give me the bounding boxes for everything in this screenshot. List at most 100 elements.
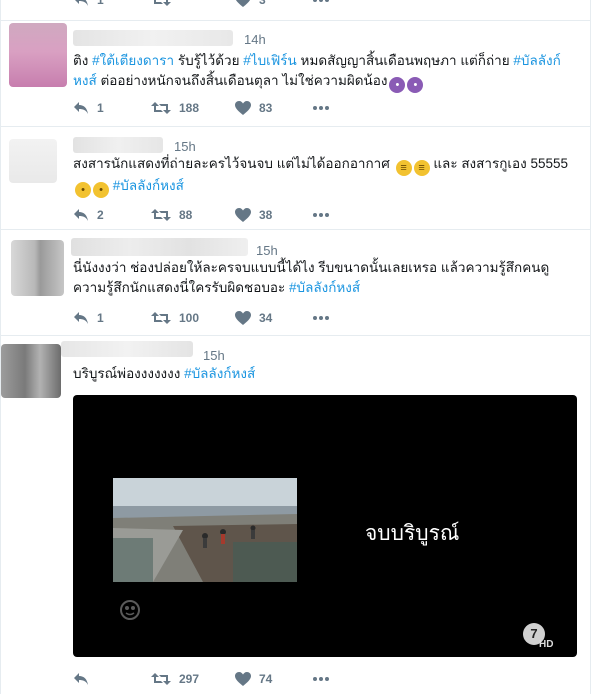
retweet-count: 297 [179,672,200,686]
like-count: 34 [259,311,273,325]
tweet-text-segment: บริบูรณ์พ่องงงงงงง [73,366,185,381]
tweet-actions: 1 188 83 [1,98,421,118]
more-icon [313,316,329,320]
reply-icon [75,0,88,6]
tweet-text-segment: สงสารนักแสดงที่ถ่ายละครไว้จนจบ แต่ไม่ได้… [73,156,394,171]
like-count: 74 [259,672,273,686]
avatar[interactable] [9,23,67,87]
more-icon [313,106,329,110]
retweet-button[interactable]: 88 [151,205,192,225]
retweet-icon [151,673,171,685]
username-blurred[interactable] [73,137,163,153]
more-icon [313,0,329,2]
retweet-icon [151,209,171,221]
username-blurred[interactable] [71,238,248,256]
heart-icon [235,101,251,115]
hd-label: HD [539,639,554,650]
hashtag-link[interactable]: #บัลลังก์หงส์ [184,366,255,381]
more-button[interactable] [313,205,329,225]
hashtag-link[interactable]: #บัลลังก์หงส์ [113,178,184,193]
tweet-text-segment: หมดสัญญาสิ้นเดือนพฤษภา แต่ก็ถ่าย [296,53,514,68]
retweet-button[interactable]: 100 [151,308,199,328]
tweet-text: สงสารนักแสดงที่ถ่ายละครไว้จนจบ แต่ไม่ได้… [73,154,568,198]
retweet-count: 100 [179,311,200,325]
like-button[interactable]: 3 [235,0,266,10]
hashtag-link[interactable]: #ไบเฟิร์น [243,53,297,68]
more-button[interactable] [313,669,329,689]
tweet-text: ติง #ใต้เตียงดารา รับรู้ไว้ด้วย #ไบเฟิร์… [73,51,561,93]
retweet-icon [151,312,171,324]
like-button[interactable]: 74 [235,669,272,689]
like-count: 3 [259,0,266,7]
devil-emoji-icon: • [407,77,424,93]
username-blurred[interactable] [61,341,193,357]
tweet-text-segment: ติง [73,53,93,68]
tweet[interactable]: 15h สงสารนักแสดงที่ถ่ายละครไว้จนจบ แต่ไม… [1,127,590,230]
like-count: 38 [259,208,273,222]
tweet-time[interactable]: 15h [174,139,196,154]
tweet[interactable]: 1 3 [1,0,590,21]
tweet-actions: 297 74 [1,669,421,689]
heart-icon [235,672,251,686]
tweet-time[interactable]: 15h [256,243,278,258]
more-button[interactable] [313,308,329,328]
reply-icon [74,102,88,114]
reply-button[interactable]: 1 [73,308,104,328]
tweet-text-line: • • #บัลลังก์หงส์ [73,176,568,198]
timeline: 1 3 14h ติง #ใต้เตียงดารา รับรู้ไว้ด้วย … [0,0,591,694]
devil-emoji-icon: • [389,77,406,93]
tweet-text-line: นี่นังงงว่า ช่องปล่อยให้ละครจบแบบนี้ได้ไ… [73,258,549,278]
more-button[interactable] [313,0,329,10]
avatar[interactable] [9,139,57,183]
tweet-text: บริบูรณ์พ่องงงงงงง #บัลลังก์หงส์ [73,364,255,384]
reply-button[interactable]: 1 [73,0,104,10]
tweet-text-line: บริบูรณ์พ่องงงงงงง #บัลลังก์หงส์ [73,364,255,384]
retweet-button[interactable]: 297 [151,669,199,689]
tweet-text: นี่นังงงว่า ช่องปล่อยให้ละครจบแบบนี้ได้ไ… [73,258,549,298]
tweet-actions: 1 100 34 [1,308,421,328]
more-icon [313,213,329,217]
tweet-text-segment: และ สงสารกูเอง 55555 [429,156,569,171]
like-button[interactable]: 34 [235,308,272,328]
tweet-text-line: หงส์ ต่ออย่างหนักจนถึงสิ้นเดือนตุลา ไม่ใ… [73,71,561,93]
reply-button[interactable] [73,669,89,689]
retweet-button[interactable] [151,0,171,10]
retweet-button[interactable]: 188 [151,98,199,118]
hashtag-link[interactable]: #ใต้เตียงดารา [92,53,174,68]
tweet-actions: 1 3 [1,0,421,10]
like-button[interactable]: 83 [235,98,272,118]
more-button[interactable] [313,98,329,118]
hashtag-link[interactable]: หงส์ [73,73,97,88]
retweet-icon [154,0,171,6]
like-count: 83 [259,101,273,115]
tweet-actions: 2 88 38 [1,205,421,225]
tweet-time[interactable]: 14h [244,32,266,47]
tweet-time[interactable]: 15h [203,348,225,363]
hashtag-link[interactable]: #บัลลังก์หงส์ [289,280,360,295]
retweet-count: 88 [179,208,193,222]
tweet-media[interactable]: จบบริบูรณ์ 7 HD [73,395,577,657]
tweet-text-segment: รับรู้ไว้ด้วย [174,53,244,68]
media-thumbnail [113,478,297,582]
media-caption: จบบริบูรณ์ [365,521,460,545]
tweet-text-segment: ต่ออย่างหนักจนถึงสิ้นเดือนตุลา ไม่ใช่ควา… [96,73,388,88]
avatar[interactable] [11,240,64,296]
more-icon [313,677,329,681]
cry-emoji-icon: • [75,182,91,198]
reply-icon [74,209,88,221]
username-blurred[interactable] [73,30,233,46]
reply-count: 1 [97,0,104,7]
reply-button[interactable]: 2 [73,205,104,225]
tweet-text-segment: ความรู้สึกนักแสดงนี่ใครรับผิดชอบอะ [73,280,290,295]
reply-button[interactable]: 1 [73,98,104,118]
hashtag-link[interactable]: #บัลลังก์ [513,53,560,68]
channel-logo: 7 HD [521,623,555,655]
tweet[interactable]: 15h นี่นังงงว่า ช่องปล่อยให้ละครจบแบบนี้… [1,230,590,336]
tweet-text-segment: นี่นังงงว่า ช่องปล่อยให้ละครจบแบบนี้ได้ไ… [73,260,550,275]
like-button[interactable]: 38 [235,205,272,225]
channel-emblem-icon [120,600,140,620]
tweet[interactable]: 14h ติง #ใต้เตียงดารา รับรู้ไว้ด้วย #ไบเ… [1,21,590,127]
avatar[interactable] [1,344,61,398]
heart-icon [235,311,251,325]
grimace-emoji-icon: ≡ [413,160,430,176]
